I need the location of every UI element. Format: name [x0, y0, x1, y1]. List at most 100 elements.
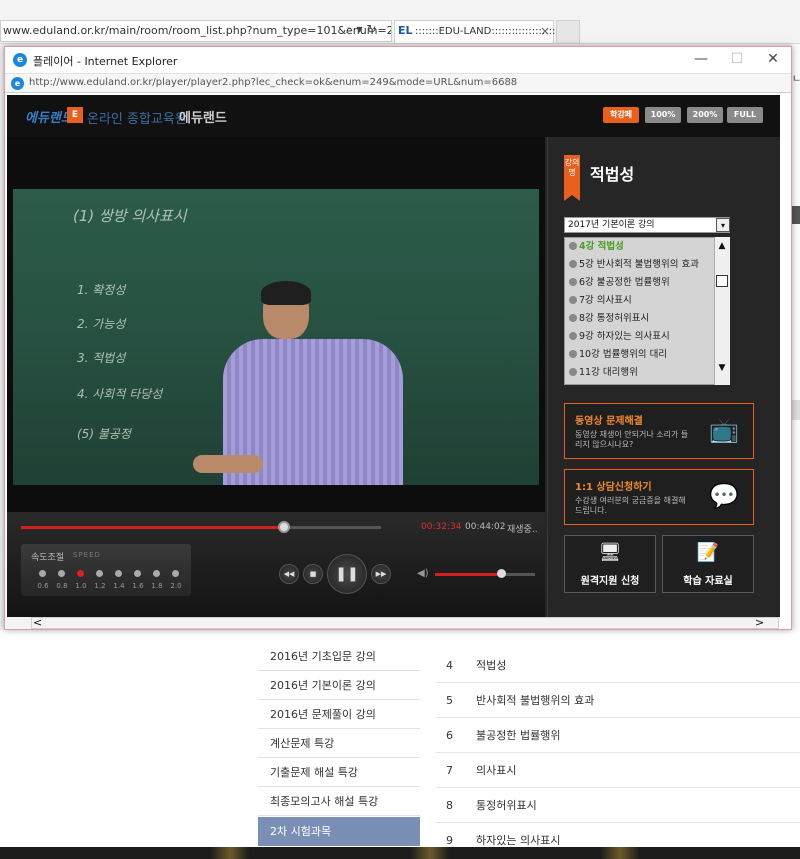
lecture-list-label: 5강 반사회적 불법행위의 효과 [579, 259, 699, 270]
lecture-number: 7 [446, 764, 453, 777]
consult-box[interactable]: 1:1 상담신청하기 수강생 여러분의 궁금증을 해결해 드립니다. 💬 [564, 469, 754, 525]
volume-fill [435, 573, 501, 576]
speed-option-dot[interactable] [172, 570, 179, 577]
horizontal-scrollbar[interactable] [31, 617, 779, 629]
speed-option-dot[interactable] [58, 570, 65, 577]
eduland-logo-badge: E [67, 107, 83, 123]
total-time: 00:44:02 [465, 522, 506, 532]
lecture-number: 5 [446, 694, 453, 707]
popup-url[interactable]: http://www.eduland.or.kr/player/player2.… [29, 77, 517, 88]
lecture-list-item[interactable]: 9강 하자있는 의사표시 [569, 328, 670, 342]
lecture-list-item[interactable]: 11강 대리행위 [569, 364, 638, 378]
study-material-button[interactable]: 📝 학습 자료실 [662, 535, 754, 593]
popup-title-bar[interactable]: e 플레이어 - Internet Explorer — ☐ ✕ [5, 47, 791, 73]
address-bar-controls-icon[interactable]: ⌕ ▾ ↻ [346, 22, 376, 37]
lecture-list-item[interactable]: 7강 의사표시 [569, 292, 632, 306]
stop-button[interactable]: ■ [303, 564, 323, 584]
lecturer-arm [193, 455, 263, 473]
chalkboard-text: 3. 적법성 [77, 351, 126, 365]
background-scroll-marker-2 [791, 400, 800, 420]
chevron-down-icon[interactable]: ▾ [716, 218, 730, 232]
popup-title: 플레이어 - Internet Explorer [33, 55, 178, 68]
lecture-plan-button[interactable]: 학강페 [603, 107, 639, 123]
background-page: 2016년 기초입문 강의 2016년 기본이론 강의 2016년 문제풀이 강… [0, 630, 800, 859]
side-menu-item[interactable]: 2016년 기초입문 강의 [258, 642, 420, 671]
lecturer-hair [261, 281, 311, 305]
speed-option-dot[interactable] [77, 570, 84, 577]
lecture-panel: 강의명 적법성 2017년 기본이론 강의 ▾ 4강 적법성 5강 반사회적 불… [547, 137, 780, 617]
forward-button[interactable]: ▶▶ [371, 564, 391, 584]
scroll-down-icon[interactable]: ▼ [714, 363, 730, 373]
volume-icon[interactable]: ◀) [417, 568, 429, 579]
zoom-100-button[interactable]: 100% [645, 107, 681, 123]
video-help-title: 동영상 문제해결 [575, 416, 643, 427]
progress-handle[interactable] [277, 521, 290, 533]
side-menu-item[interactable]: 계산문제 특강 [258, 729, 420, 758]
side-menu-item[interactable]: 2016년 문제풀이 강의 [258, 700, 420, 729]
lecture-list-item[interactable]: 5강 반사회적 불법행위의 효과 [569, 256, 699, 270]
lecture-list-label: 9강 하자있는 의사표시 [579, 331, 670, 342]
lecture-list-item[interactable]: 10강 법률행위의 대리 [569, 346, 667, 360]
lecture-list-item[interactable]: 6강 불공정한 법률행위 [569, 274, 670, 288]
progress-fill [21, 526, 284, 529]
side-menu-item[interactable]: 최종모의고사 해설 특강 [258, 787, 420, 816]
remote-support-label: 원격지원 신청 [580, 576, 640, 587]
lecture-title: 적법성 [590, 165, 635, 184]
background-tab[interactable]: :::::::EDU-LAND:::::::::::::::::::::::: [394, 20, 572, 44]
pause-button[interactable]: ❚❚ [327, 554, 367, 594]
side-menu-item[interactable]: 기출문제 해설 특강 [258, 758, 420, 787]
minimize-button[interactable]: — [691, 51, 711, 67]
scroll-right-icon[interactable]: > [755, 616, 764, 629]
lecture-number: 8 [446, 799, 453, 812]
speed-option-dot[interactable] [96, 570, 103, 577]
lecture-list-item[interactable]: 8강 통정허위표시 [569, 310, 649, 324]
lecture-list-label: 7강 의사표시 [579, 295, 632, 306]
bullet-icon [569, 242, 577, 250]
lecture-row[interactable]: 5 반사회적 불법행위의 효과 [436, 683, 800, 718]
speed-option-dot[interactable] [134, 570, 141, 577]
lecture-row[interactable]: 4 적법성 [436, 648, 800, 683]
chalkboard-text: (1) 쌍방 의사표시 [73, 207, 187, 225]
remote-support-button[interactable]: 🖥 원격지원 신청 [564, 535, 656, 593]
rewind-button[interactable]: ◀◀ [279, 564, 299, 584]
scroll-left-icon[interactable]: < [33, 616, 42, 629]
lecture-title[interactable]: 의사표시 [476, 753, 516, 788]
lecture-row[interactable]: 6 불공정한 법률행위 [436, 718, 800, 753]
speed-option-dot[interactable] [115, 570, 122, 577]
taskbar-decoration [410, 847, 450, 859]
side-menu-item[interactable]: 2016년 기본이론 강의 [258, 671, 420, 700]
player-header: 에듀랜드 E 온라인 종합교육원 에듀랜드 학강페 100% 200% FULL [7, 95, 780, 137]
speed-option-label: 1.6 [132, 582, 144, 590]
bullet-icon [569, 314, 577, 322]
speed-option-dot[interactable] [39, 570, 46, 577]
lecture-title[interactable]: 불공정한 법률행위 [476, 718, 560, 753]
fullscreen-button[interactable]: FULL [727, 107, 763, 123]
rewind-icon: ◀◀ [283, 570, 295, 578]
lecture-row[interactable]: 7 의사표시 [436, 753, 800, 788]
lecture-list[interactable]: 4강 적법성 5강 반사회적 불법행위의 효과 6강 불공정한 법률행위 7강 … [564, 237, 730, 385]
tab-close-icon[interactable]: × [540, 24, 550, 38]
lecture-list-item-current[interactable]: 4강 적법성 [569, 238, 624, 252]
lecture-title[interactable]: 통정허위표시 [476, 788, 537, 823]
volume-handle[interactable] [497, 569, 506, 578]
speed-option-dot[interactable] [153, 570, 160, 577]
lecture-list-label: 8강 통정허위표시 [579, 313, 650, 324]
video-help-box[interactable]: 동영상 문제해결 동영상 재생이 안되거나 소리가 들리지 않으시나요? 📺 [564, 403, 754, 459]
lecture-list-label: 11강 대리행위 [579, 367, 638, 378]
lecture-video[interactable]: (1) 쌍방 의사표시 1. 확정성 2. 가능성 3. 적법성 4. 사회적 … [13, 189, 539, 485]
new-tab-button[interactable] [556, 20, 580, 44]
background-address-bar[interactable]: www.eduland.or.kr/main/room/room_list.ph… [0, 20, 392, 42]
popup-address-bar[interactable]: e http://www.eduland.or.kr/player/player… [5, 73, 791, 93]
speed-option-label: 0.8 [56, 582, 68, 590]
scroll-up-icon[interactable]: ▲ [714, 241, 730, 251]
lecture-title[interactable]: 반사회적 불법행위의 효과 [476, 683, 594, 718]
side-menu-item-active[interactable]: 2차 시험과목 [258, 817, 420, 846]
maximize-button[interactable]: ☐ [727, 51, 747, 67]
consult-desc: 수강생 여러분의 궁금증을 해결해 드립니다. [575, 496, 686, 515]
scrollbar-thumb[interactable] [716, 275, 728, 287]
lecture-row[interactable]: 8 통정허위표시 [436, 788, 800, 823]
zoom-200-button[interactable]: 200% [687, 107, 723, 123]
course-select[interactable]: 2017년 기본이론 강의 [564, 217, 730, 233]
lecture-title[interactable]: 적법성 [476, 648, 506, 683]
close-button[interactable]: ✕ [763, 51, 783, 67]
